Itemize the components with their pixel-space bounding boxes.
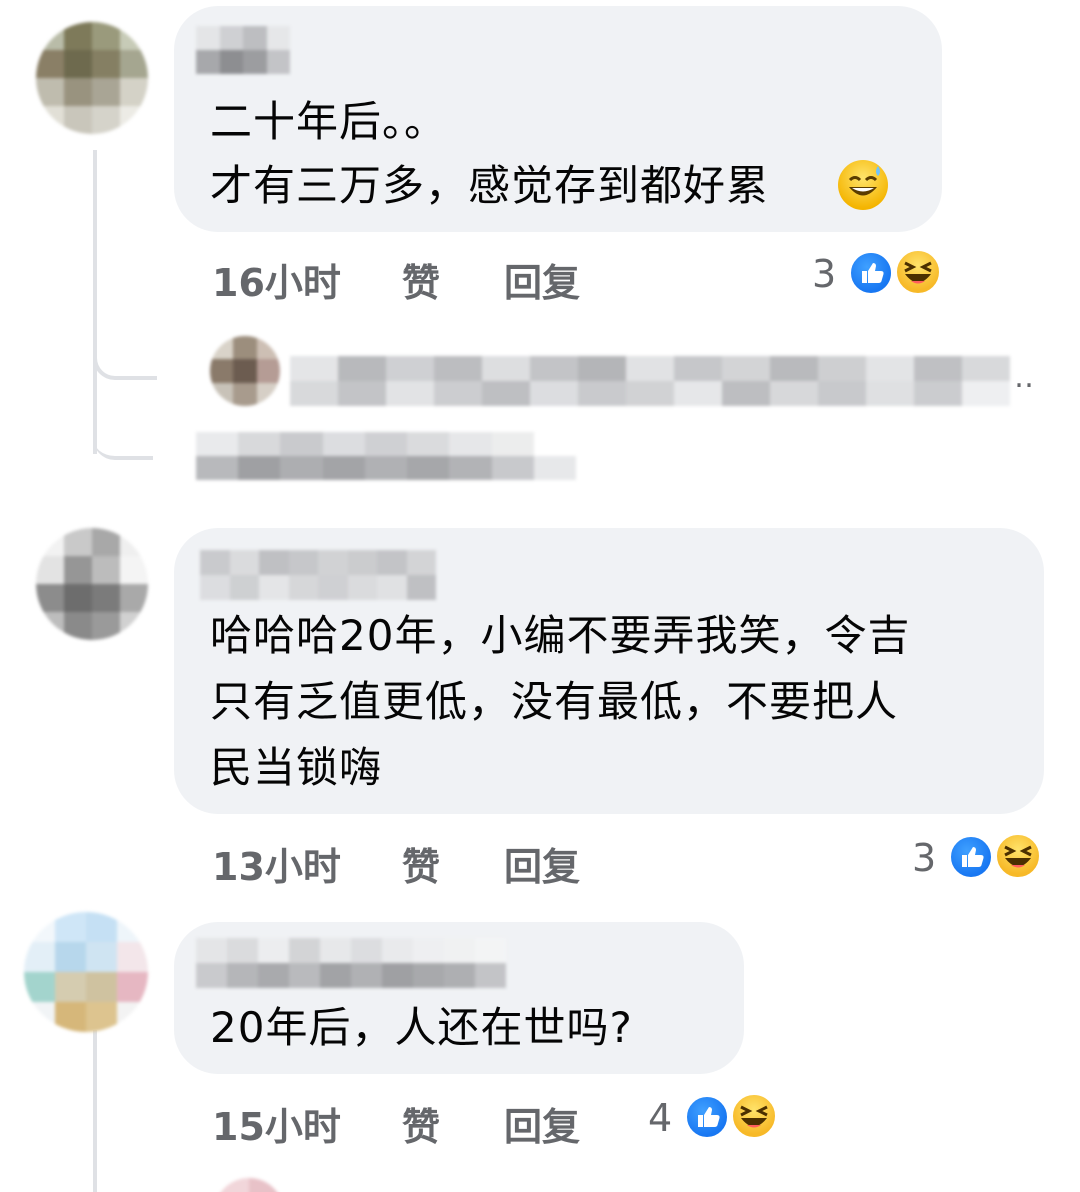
reply-button[interactable]: 回复 — [504, 1096, 580, 1151]
haha-icon[interactable] — [994, 832, 1042, 880]
like-icon[interactable] — [848, 250, 894, 296]
view-replies-link[interactable] — [196, 432, 576, 480]
reaction-count[interactable]: 4 — [648, 1096, 672, 1140]
like-icon[interactable] — [684, 1094, 730, 1140]
reply-preview-text[interactable] — [290, 356, 1010, 406]
comment-time[interactable]: 13小时 — [212, 836, 341, 891]
reaction-count[interactable]: 3 — [912, 836, 936, 880]
comment-time[interactable]: 16小时 — [212, 252, 341, 307]
commenter-name[interactable] — [196, 26, 290, 74]
comment-text-line: 20年后，人还在世吗? — [210, 1003, 633, 1052]
comment-thread: 二十年后。。 才有三万多，感觉存到都好累 16小时 赞 回复 3 ‥ 哈哈哈20… — [0, 0, 1080, 1192]
haha-icon[interactable] — [730, 1092, 778, 1140]
reply-avatar[interactable] — [210, 336, 280, 406]
haha-icon[interactable] — [894, 248, 942, 296]
avatar[interactable] — [36, 528, 148, 640]
reply-truncation: ‥ — [1014, 360, 1035, 395]
thread-branch — [93, 330, 157, 380]
comment-text-line: 才有三万多，感觉存到都好累 — [210, 161, 770, 210]
comment-text-line: 只有乏值更低，没有最低，不要把人 — [210, 677, 899, 726]
reply-avatar[interactable] — [214, 1178, 284, 1192]
grinning-sweat-icon — [838, 160, 888, 210]
like-button[interactable]: 赞 — [402, 836, 440, 891]
reply-button[interactable]: 回复 — [504, 252, 580, 307]
reaction-count[interactable]: 3 — [812, 252, 836, 296]
comment-time[interactable]: 15小时 — [212, 1096, 341, 1151]
reply-button[interactable]: 回复 — [504, 836, 580, 891]
like-icon[interactable] — [948, 834, 994, 880]
like-button[interactable]: 赞 — [402, 1096, 440, 1151]
comment-text-line: 民当锁嗨 — [210, 743, 383, 792]
commenter-name[interactable] — [196, 938, 506, 988]
avatar[interactable] — [36, 22, 148, 134]
comment-text-line: 二十年后。。 — [210, 97, 448, 146]
avatar[interactable] — [24, 912, 148, 1032]
thread-connector — [93, 370, 97, 454]
like-button[interactable]: 赞 — [402, 252, 440, 307]
thread-branch — [93, 400, 153, 460]
comment-text-line: 哈哈哈20年，小编不要弄我笑，令吉 — [210, 611, 911, 660]
commenter-name[interactable] — [200, 550, 436, 600]
thread-connector — [93, 1030, 97, 1192]
